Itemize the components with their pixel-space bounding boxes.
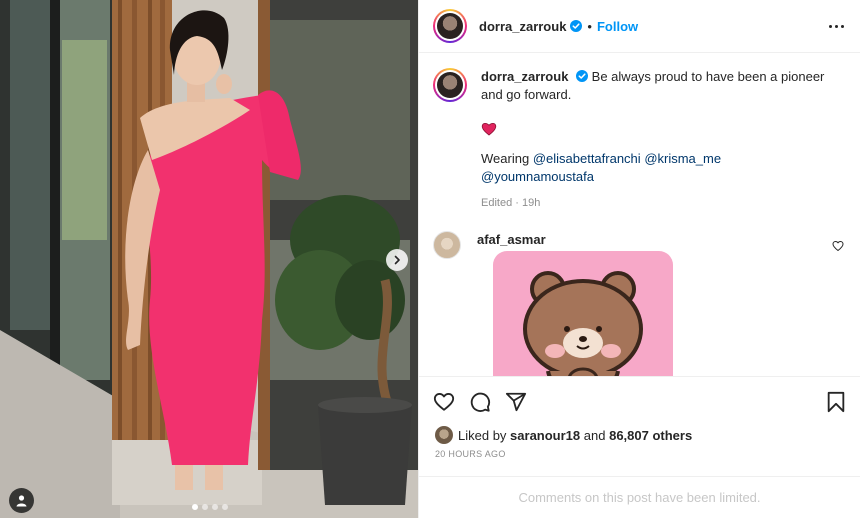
post-caption: dorra_zarrouk Be always proud to have be… — [433, 68, 846, 212]
next-slide-button[interactable] — [386, 249, 408, 271]
mention-link[interactable]: @krisma_me — [644, 151, 721, 166]
red-heart-emoji-icon — [481, 123, 497, 136]
verified-badge-icon — [576, 70, 589, 82]
commenter-avatar[interactable] — [433, 231, 461, 259]
carousel-dot — [202, 504, 208, 510]
carousel-dot — [212, 504, 218, 510]
post-header: dorra_zarrouk • Follow — [419, 0, 860, 53]
tagged-users-button[interactable] — [9, 488, 34, 513]
heart-icon — [433, 392, 455, 411]
wearing-prefix: Wearing — [481, 151, 530, 166]
comment-icon — [470, 392, 491, 412]
meta-separator: · — [515, 197, 519, 209]
follow-button[interactable]: Follow — [597, 19, 638, 34]
caption-meta: Edited · 19h — [481, 194, 826, 212]
post-details-panel: dorra_zarrouk • Follow dorra_zarrouk Be … — [418, 0, 860, 518]
carousel-dot — [192, 504, 198, 510]
like-button[interactable] — [433, 391, 455, 413]
save-button[interactable] — [826, 391, 846, 413]
caption-username[interactable]: dorra_zarrouk — [481, 69, 568, 84]
share-icon — [505, 392, 527, 411]
mention-link[interactable]: @youmnamoustafa — [481, 169, 594, 184]
comment-like-heart-icon[interactable] — [832, 240, 844, 255]
comment-item: afaf_asmar — [433, 231, 846, 376]
more-options-icon[interactable] — [827, 21, 846, 32]
comments-section[interactable]: dorra_zarrouk Be always proud to have be… — [419, 54, 860, 376]
liker-avatar[interactable] — [435, 426, 453, 444]
post-timestamp[interactable]: 20 HOURS AGO — [435, 449, 506, 459]
bear-sticker — [493, 251, 673, 376]
comments-limited-notice: Comments on this post have been limited. — [419, 476, 860, 518]
share-button[interactable] — [505, 391, 527, 413]
post-actions-bar — [419, 376, 860, 426]
author-avatar[interactable] — [433, 9, 467, 43]
caption-wearing-line: Wearing @elisabettafranchi @krisma_me @y… — [481, 150, 826, 186]
likes-prefix: Liked by — [458, 427, 507, 443]
post-photo[interactable] — [0, 0, 418, 518]
author-username[interactable]: dorra_zarrouk — [479, 19, 566, 34]
carousel-indicator — [192, 504, 228, 510]
likes-count[interactable]: 86,807 others — [609, 428, 692, 443]
carousel-dot — [222, 504, 228, 510]
mention-link[interactable]: @elisabettafranchi — [533, 151, 641, 166]
edited-label: Edited — [481, 197, 513, 209]
user-tag-icon — [16, 495, 27, 507]
caption-author-avatar[interactable] — [433, 68, 467, 102]
comment-button[interactable] — [469, 391, 491, 413]
photo-scene — [0, 0, 418, 518]
header-separator: • — [587, 18, 592, 34]
liker-username[interactable]: saranour18 — [510, 428, 580, 443]
bookmark-icon — [827, 391, 845, 412]
chevron-right-icon — [394, 255, 400, 265]
likes-summary: Liked by saranour18 and 86,807 others — [435, 426, 692, 444]
likes-middle: and — [583, 427, 606, 443]
verified-badge-icon — [570, 20, 583, 32]
caption-age: 19h — [522, 197, 541, 209]
